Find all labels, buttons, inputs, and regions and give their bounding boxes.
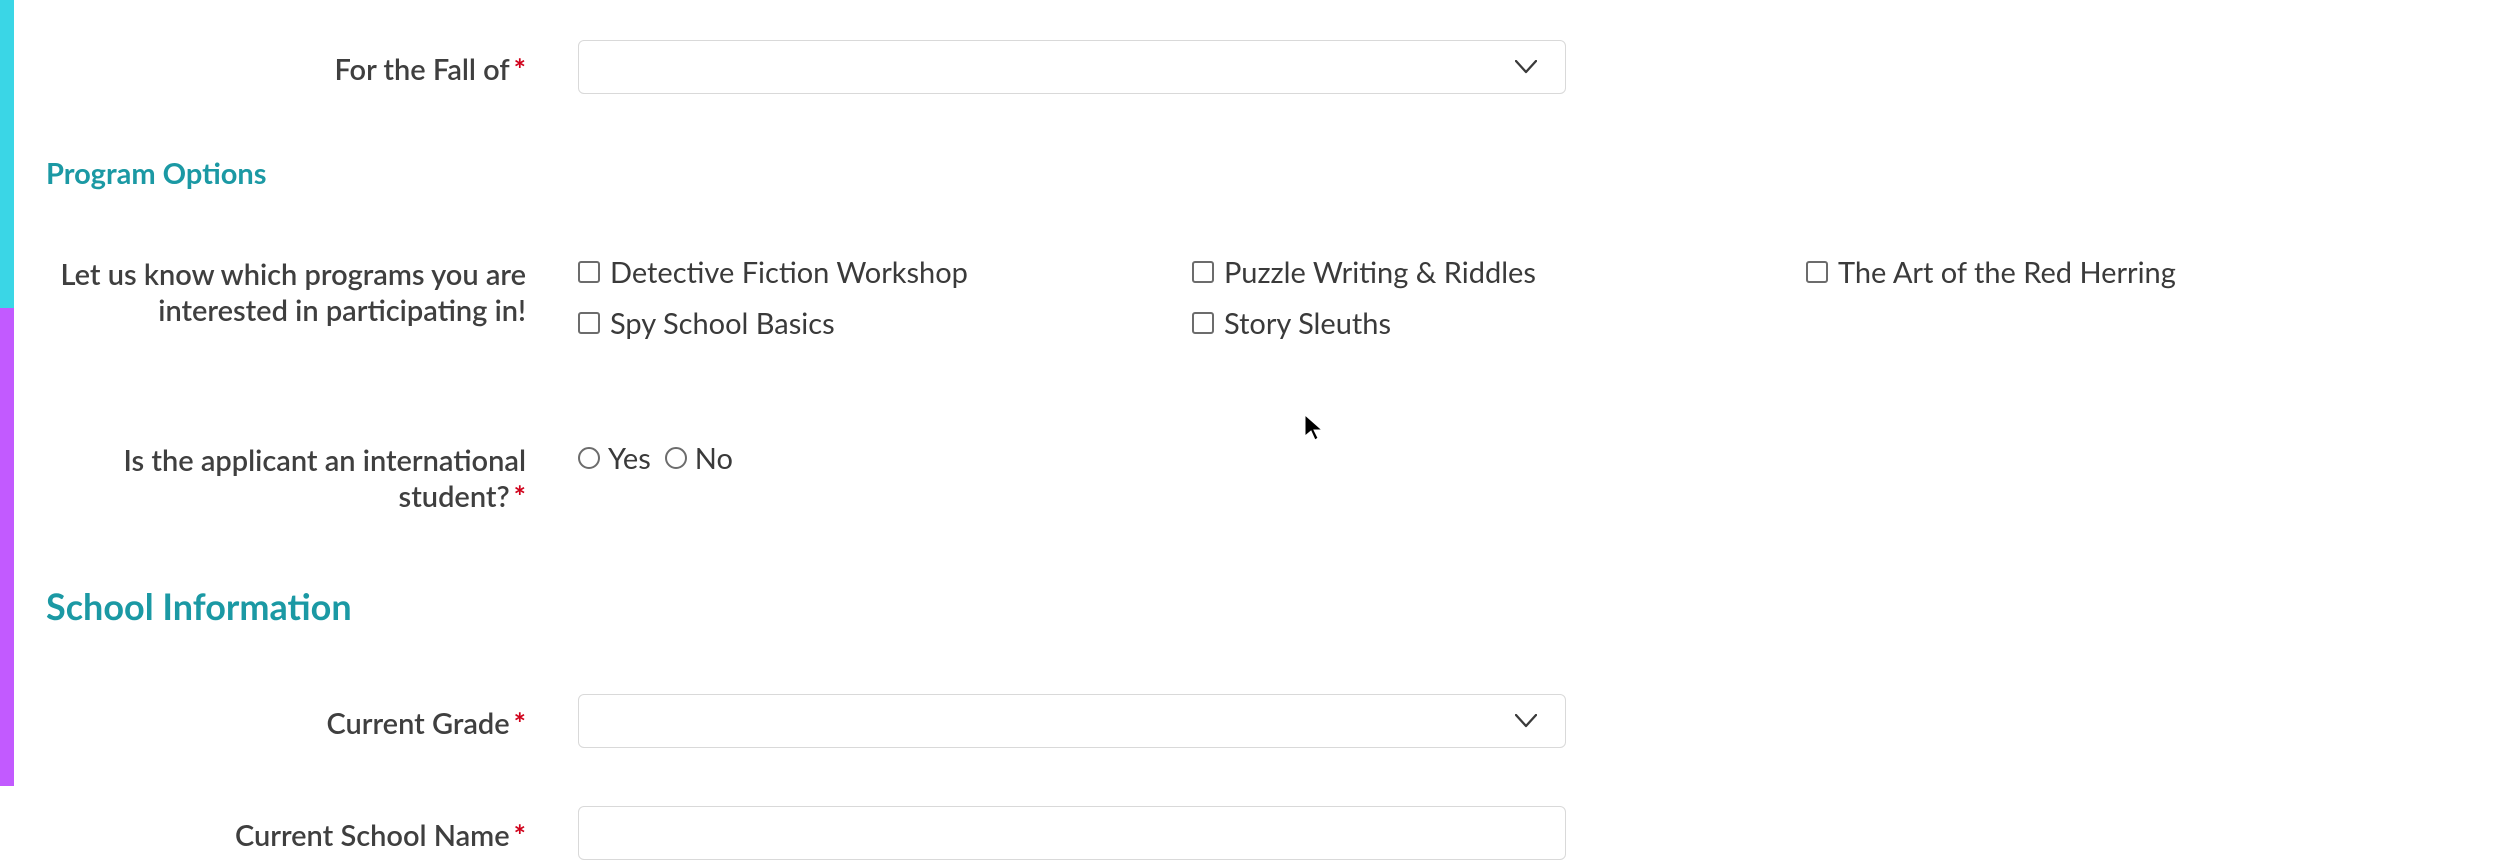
chevron-down-icon (1515, 60, 1537, 74)
program-option-label: Story Sleuths (1224, 306, 1391, 341)
program-option-3[interactable]: Spy School Basics (578, 306, 1192, 341)
radio-icon (665, 447, 687, 469)
checkbox-icon (1806, 261, 1828, 283)
current-grade-select[interactable] (578, 694, 1566, 748)
required-asterisk: * (514, 479, 526, 514)
current-school-name-label: Current School Name (235, 818, 510, 853)
programs-label-line1: Let us know which programs you are (46, 257, 526, 293)
checkbox-icon (578, 261, 600, 283)
international-yes-label: Yes (608, 441, 651, 476)
fall-label: For the Fall of (334, 52, 509, 87)
checkbox-icon (578, 312, 600, 334)
programs-label-line2: interested in participating in! (46, 293, 526, 329)
checkbox-icon (1192, 261, 1214, 283)
program-option-label: Spy School Basics (610, 306, 835, 341)
current-grade-label: Current Grade (326, 706, 509, 741)
sidebar-accent-top (0, 0, 14, 308)
international-yes[interactable]: Yes (578, 441, 651, 476)
required-asterisk: * (514, 706, 526, 741)
program-option-label: Puzzle Writing & Riddles (1224, 255, 1536, 290)
radio-icon (578, 447, 600, 469)
program-option-label: Detective Fiction Workshop (610, 255, 968, 290)
program-option-0[interactable]: Detective Fiction Workshop (578, 255, 1192, 290)
international-no[interactable]: No (665, 441, 733, 476)
chevron-down-icon (1515, 714, 1537, 728)
program-option-2[interactable]: The Art of the Red Herring (1806, 255, 2420, 290)
fall-select[interactable] (578, 40, 1566, 94)
required-asterisk: * (514, 818, 526, 853)
section-school-information: School Information (46, 584, 2520, 628)
program-option-1[interactable]: Puzzle Writing & Riddles (1192, 255, 1806, 290)
checkbox-icon (1192, 312, 1214, 334)
required-asterisk: * (514, 52, 526, 87)
international-no-label: No (695, 441, 733, 476)
section-program-options: Program Options (46, 156, 2520, 191)
international-label: Is the applicant an international studen… (124, 443, 527, 514)
program-option-label: The Art of the Red Herring (1838, 255, 2176, 290)
sidebar-accent-bottom (0, 308, 14, 786)
current-school-name-input[interactable] (578, 806, 1566, 860)
program-option-4[interactable]: Story Sleuths (1192, 306, 1806, 341)
